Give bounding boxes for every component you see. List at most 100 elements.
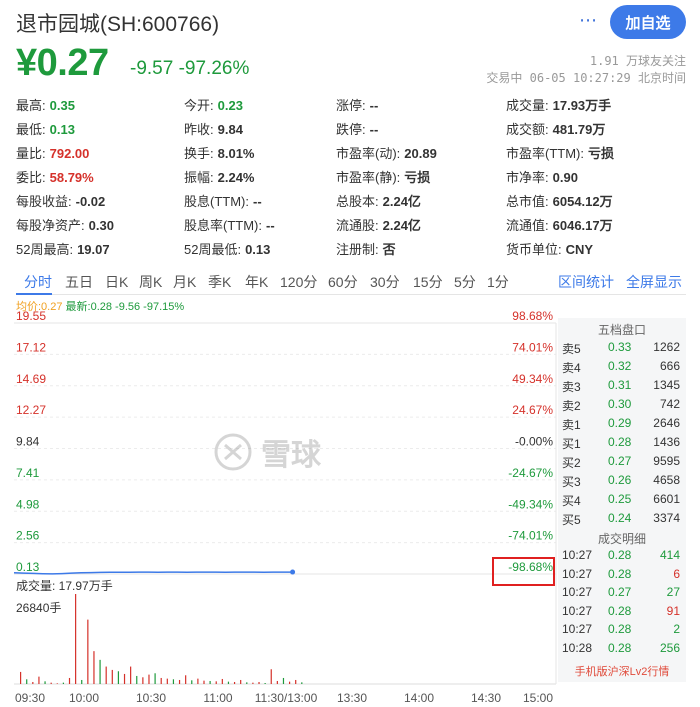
volume-bar [227,681,230,684]
volume-bar [75,594,77,684]
more-icon[interactable]: ⋯ [579,10,598,31]
stat-value: 亏损 [587,146,614,161]
volume-bar [215,681,217,684]
trades-title: 成交明细 [597,532,646,546]
stat-label: 市净率: [506,170,549,185]
stat-item: 52周最低: 0.13 [184,239,270,258]
volume-bar [136,675,138,684]
trade-price: 0.28 [608,640,632,655]
stat-value: 20.89 [404,146,437,161]
tab-2[interactable]: 日K [105,272,128,292]
stat-item: 总市值: 6054.12万 [506,191,613,210]
volume-bar [148,674,150,684]
ask-row: 卖3 0.31 1345 [558,376,686,395]
level-volume: 2646 [653,416,680,430]
time-tick-label: 11:30/13:00 [255,691,318,705]
stat-item: 总股本: 2.24亿 [336,191,421,210]
tab-7[interactable]: 120分 [280,272,317,292]
xueqiu-logo-icon [214,433,252,471]
stat-value: 2.24亿 [382,194,421,209]
level-price: 0.32 [608,359,632,373]
followers-count: 1.91 万球友关注 [589,54,686,68]
stock-header: 退市园城(SH:600766) ⋯ 加自选 [16,5,686,39]
volume-bar [99,659,101,684]
time-tick-label: 13:30 [337,691,367,705]
trade-row: 10:27 0.28 6 [558,565,686,584]
bid-row: 买1 0.28 1436 [558,433,686,452]
price-tick-label: 9.84 [16,435,40,449]
volume-bar [258,681,260,684]
level-price: 0.27 [608,454,632,468]
tab-4[interactable]: 月K [173,272,196,292]
pct-tick-label: 24.67% [512,403,553,417]
tab-5[interactable]: 季K [208,272,231,292]
volume-bar [185,675,187,684]
volume-bar [209,680,211,684]
fullscreen-link[interactable]: 全屏显示 [626,272,682,292]
volume-bar [233,681,236,684]
volume-bar [160,677,162,684]
time-tick-label: 10:00 [69,691,99,705]
stat-value: 0.23 [217,98,243,113]
tab-12[interactable]: 1分 [487,272,509,292]
tab-3[interactable]: 周K [139,272,162,292]
level-label: 卖1 [562,418,581,432]
tab-6[interactable]: 年K [245,272,268,292]
volume-bar [20,671,22,684]
lv2-quote-link[interactable]: 手机版沪深Lv2行情 [558,663,686,679]
range-stats-link[interactable]: 区间统计 [558,272,614,292]
stat-label: 振幅: [184,170,214,185]
stat-label: 股息率(TTM): [184,218,262,233]
stat-label: 换手: [184,146,214,161]
time-tick-label: 10:30 [136,691,166,705]
pct-tick-label: -0.00% [515,435,553,449]
trade-price: 0.28 [608,622,632,636]
level-label: 买4 [562,494,581,508]
trade-row: 10:27 0.28 91 [558,602,686,621]
time-tick-label: 11:00 [203,691,232,705]
tab-8[interactable]: 60分 [328,272,358,292]
trade-price: 0.28 [608,566,632,581]
trade-price: 0.28 [608,548,632,562]
volume-bar [203,680,205,684]
level-volume: 4658 [653,473,680,487]
stat-label: 流通值: [506,218,549,233]
stat-item: 注册制: 否 [336,239,396,258]
add-watchlist-button[interactable]: 加自选 [610,5,686,39]
tab-0[interactable]: 分时 [24,272,52,292]
trade-time: 10:27 [562,585,593,599]
trade-status-time: 交易中 06-05 10:27:29 北京时间 [486,71,686,85]
tab-11[interactable]: 5分 [454,272,476,292]
stat-value: 19.07 [77,242,110,257]
stats-row: 最高: 0.35 今开: 0.23 涨停: -- 成交量: 17.93万手 [16,95,686,119]
stat-value: -- [265,218,275,233]
stat-item: 每股收益: -0.02 [16,191,105,210]
level-label: 卖5 [562,342,581,356]
stat-value: -- [252,194,262,209]
time-tick-label: 14:30 [471,691,501,705]
stat-value: 17.93万手 [552,98,612,113]
volume-total-label: 成交量: 17.97万手 [16,578,113,593]
level-price: 0.28 [608,435,632,449]
level-label: 卖3 [562,380,581,394]
trade-volume: 27 [666,585,680,599]
volume-bar [50,682,52,684]
stat-value: -- [369,98,379,113]
tab-10[interactable]: 15分 [413,272,443,292]
trade-time: 10:27 [562,603,593,618]
volume-bar [282,677,285,684]
price-row: ¥0.27 -9.57 -97.26% 1.91 万球友关注 交易中 06-05… [16,42,686,86]
time-tick-label: 14:00 [404,691,434,705]
tab-9[interactable]: 30分 [370,272,400,292]
stat-label: 52周最高: [16,242,74,257]
stat-item: 跌停: -- [336,119,378,138]
stat-value: 否 [382,242,396,257]
bid-row: 买5 0.24 3374 [558,509,686,528]
tab-1[interactable]: 五日 [65,272,93,292]
stat-item: 量比: 792.00 [16,143,89,162]
level-volume: 1262 [653,340,680,354]
stat-label: 昨收: [184,122,214,137]
bid-row: 买2 0.27 9595 [558,452,686,471]
volume-bar [295,679,297,684]
stat-item: 最高: 0.35 [16,95,75,114]
